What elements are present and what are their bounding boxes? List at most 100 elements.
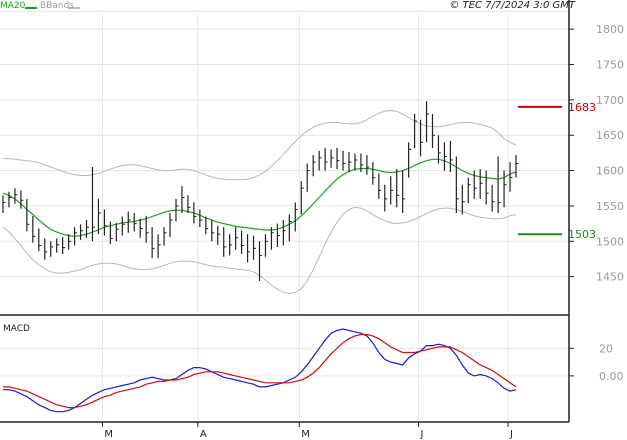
price-bar [276,223,280,247]
price-bar [509,162,513,192]
price-bar [467,177,471,204]
price-bar [26,198,30,232]
price-bar [306,163,310,192]
price-bars [2,101,519,281]
macd-tick-label: 0.00 [599,370,624,383]
price-tick-label: 1650 [596,129,624,142]
price-bar [157,234,161,259]
price-bar [425,101,430,143]
price-axis: 1450 1500 1550 1600 1650 1700 1750 1800 [569,23,624,284]
price-bar [133,213,137,232]
macd-title: MACD [3,324,30,334]
price-bar [246,234,251,263]
price-bar [419,119,424,157]
price-bar [294,202,298,232]
price-bar [324,147,328,171]
signal-line [3,333,517,409]
price-bar [163,227,167,246]
price-bar [408,142,412,178]
price-bar [229,234,233,256]
price-bar [461,184,465,215]
price-bar [443,142,447,171]
price-bar [431,114,435,148]
price-bar [145,215,149,243]
price-bar [378,173,382,199]
x-axis: MAMJJ [101,422,513,440]
x-tick-label: M [104,429,113,440]
price-bar [223,227,227,257]
price-bar [56,238,60,253]
macd-line [3,328,517,413]
price-bar [312,155,316,177]
macd-tick-label: 20 [599,342,613,355]
price-bar [199,209,203,228]
price-bar [330,149,334,168]
price-bar [270,227,274,250]
price-bar [473,170,477,199]
price-bar [485,170,489,205]
price-bar [151,227,155,259]
price-bar [360,153,364,172]
price-bar [217,225,221,245]
price-bar [300,181,304,215]
price-tick-label: 1500 [596,235,624,248]
price-bar [103,209,107,236]
price-bar [2,195,6,213]
price-bar [62,237,66,255]
macd-axis: 0.00 20 [569,342,624,383]
price-bar [121,216,125,236]
macd-panel: MACD 0.00 20 [0,318,624,420]
price-bar [402,170,406,213]
price-bar [32,215,36,243]
price-bar [68,234,72,250]
price-bar [413,114,418,148]
stock-chart: MA20 BBands © TEC 7/7/2024 3:0 GMT 1683 1… [0,0,627,440]
price-bar [187,195,191,213]
chart-canvas: MA20 BBands © TEC 7/7/2024 3:0 GMT 16831… [0,0,624,440]
macd-lines [3,328,517,413]
price-tick-label: 1600 [596,165,624,178]
price-bar [390,176,394,205]
price-bar [354,153,358,171]
price-bar [318,150,322,171]
price-bar [366,155,370,175]
price-bar [336,147,340,170]
price-bar [252,235,257,260]
price-bar [211,220,215,242]
price-bar [91,167,95,242]
price-bar [115,222,119,242]
price-bar [372,162,376,185]
x-tick-label: J [509,429,513,440]
price-bar [264,234,268,257]
resistance-level-label: 1683 [568,101,596,114]
price-bar [384,184,388,212]
price-bar [139,218,143,238]
price-tick-label: 1700 [596,94,624,107]
price-tick-label: 1550 [596,200,624,213]
price-bar [169,213,173,238]
x-tick-label: M [301,429,310,440]
price-bar [449,140,453,172]
price-bar [235,227,239,250]
price-bar [38,228,42,252]
price-bar [342,150,346,171]
price-bar [455,156,459,213]
price-bar [181,186,185,213]
price-tick-label: 1450 [596,271,624,284]
price-bar [497,156,501,213]
x-tick-label: A [200,429,207,440]
price-panel: MA20 BBands © TEC 7/7/2024 3:0 GMT 16831… [0,0,624,312]
price-bar [348,152,352,172]
price-bar [14,188,18,204]
price-bar [396,169,400,208]
copyright-label: © TEC 7/7/2024 3:0 GMT [449,0,576,11]
price-bar [515,155,519,178]
price-bar [85,220,90,238]
ma-legend-label: MA20 [0,1,26,11]
price-bar [241,230,245,255]
price-gridlines [0,10,569,312]
price-bar [79,224,84,240]
support-level-label: 1503 [568,228,596,241]
bbands-legend-label: BBands [40,1,74,11]
price-tick-label: 1750 [596,59,624,72]
